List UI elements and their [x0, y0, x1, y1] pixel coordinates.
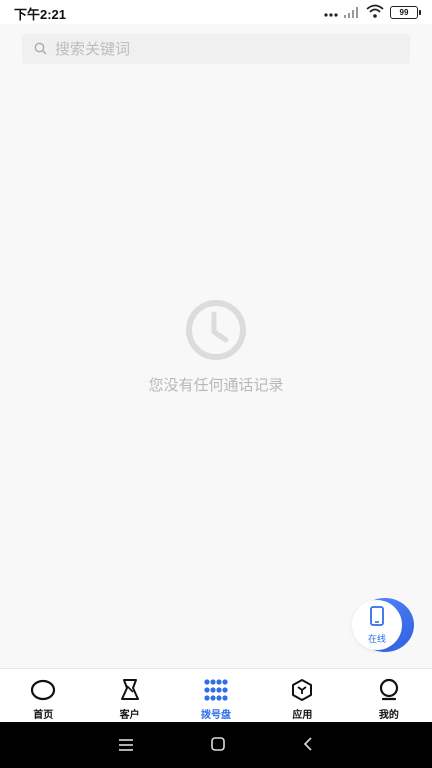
profile-icon	[376, 677, 402, 703]
online-status-button[interactable]: 在线	[352, 598, 414, 652]
tab-home[interactable]: 首页	[0, 669, 86, 722]
menu-icon[interactable]	[119, 736, 133, 755]
signal-icon	[344, 3, 360, 22]
empty-state: 您没有任何通话记录	[0, 300, 432, 395]
wifi-icon	[366, 3, 384, 22]
search-icon	[34, 40, 55, 59]
dialpad-icon	[203, 677, 229, 703]
bottom-tab-bar: 首页 客户 拨号盘 应用 我的	[0, 668, 432, 722]
clock-icon	[184, 300, 248, 364]
more-dots-icon	[324, 3, 338, 22]
apps-hexagon-icon	[289, 677, 315, 703]
back-icon[interactable]	[303, 736, 313, 755]
tab-label-home: 首页	[33, 710, 54, 721]
search-area	[0, 24, 432, 72]
tab-apps[interactable]: 应用	[259, 669, 345, 722]
status-bar: 下午2:21 99	[0, 0, 432, 24]
home-square-icon[interactable]	[211, 736, 225, 755]
search-box[interactable]	[22, 34, 410, 64]
system-nav-bar	[0, 722, 432, 768]
status-time: 下午2:21	[14, 7, 67, 22]
tab-label-dialpad: 拨号盘	[201, 710, 232, 721]
tab-label-profile: 我的	[378, 710, 399, 721]
tab-dialpad[interactable]: 拨号盘	[173, 669, 259, 722]
tab-profile[interactable]: 我的	[346, 669, 432, 722]
tab-label-apps: 应用	[292, 710, 313, 721]
fab-label: 在线	[367, 634, 386, 645]
search-input[interactable]	[55, 40, 375, 58]
empty-message: 您没有任何通话记录	[148, 376, 284, 394]
home-circle-icon	[30, 677, 56, 703]
phone-icon	[370, 605, 384, 630]
customer-icon	[117, 677, 143, 703]
fab-inner[interactable]: 在线	[352, 600, 402, 650]
tab-customer[interactable]: 客户	[86, 669, 172, 722]
tab-label-customer: 客户	[119, 710, 140, 721]
battery-indicator: 99	[390, 5, 421, 19]
status-icons: 99	[324, 3, 421, 22]
